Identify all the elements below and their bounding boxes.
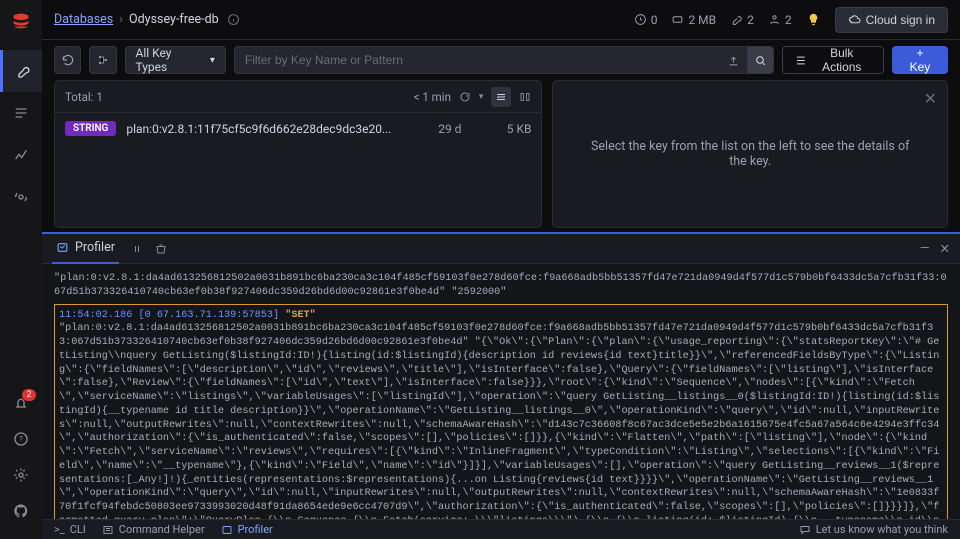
chevron-down-icon[interactable]: ▾	[479, 92, 484, 102]
total-label: Total: 1	[65, 90, 103, 104]
breadcrumb: Databases › Odyssey-free-db	[54, 12, 240, 27]
key-row[interactable]: STRING plan:0:v2.8.1:11f75cf5c9f6d662e28…	[55, 113, 541, 144]
profiler-highlighted-entry: 11:54:02.186 [0 67.163.71.139:57853] "SE…	[54, 304, 948, 519]
profiler-body: "plan:0:v2.8.1:da4ad613256812502a0031b89…	[42, 264, 960, 519]
breadcrumb-current: Odyssey-free-db	[129, 12, 219, 27]
stat-keys: 2	[730, 13, 754, 27]
tree-view-button[interactable]	[89, 46, 116, 74]
header: Databases › Odyssey-free-db 0 2 MB 2 2 C…	[42, 0, 960, 40]
footer-cli[interactable]: >_ CLI	[54, 523, 86, 536]
refresh-icon[interactable]	[459, 91, 471, 103]
pause-icon[interactable]	[131, 243, 143, 255]
keys-panel-header: Total: 1 < 1 min ▾	[55, 81, 541, 113]
upload-icon[interactable]	[721, 54, 747, 67]
nav-analytics-icon[interactable]	[0, 134, 42, 176]
notif-badge: 2	[22, 389, 35, 401]
filter-input-wrap	[234, 46, 774, 74]
columns-icon[interactable]	[519, 91, 531, 103]
filter-bar: All Key Types ▾ Bulk Actions + Key	[42, 40, 960, 80]
nav-github-icon[interactable]	[0, 493, 42, 529]
key-type-select[interactable]: All Key Types ▾	[125, 46, 226, 74]
nav-sidebar: 2 ?	[0, 0, 42, 539]
stat-cpu: 0	[634, 13, 658, 27]
nav-keys-icon[interactable]	[0, 50, 42, 92]
nav-notifications-icon[interactable]: 2	[0, 385, 42, 421]
clear-icon[interactable]	[155, 243, 167, 255]
chevron-down-icon: ▾	[210, 55, 215, 66]
keys-panel: Total: 1 < 1 min ▾ STRING plan:0:v2.8.1:…	[54, 80, 542, 228]
refresh-button[interactable]	[54, 46, 81, 74]
svg-text:?: ?	[19, 435, 23, 444]
key-name: plan:0:v2.8.1:11f75cf5c9f6d662e28dec9dc3…	[126, 122, 391, 136]
profiler-timestamp: 11:54:02.186 [0 67.163.71.139:57853]	[59, 310, 279, 321]
key-ttl: 29 d	[401, 122, 461, 136]
profiler-header: Profiler — ✕	[42, 234, 960, 264]
footer-profiler[interactable]: Profiler	[221, 523, 273, 536]
details-empty-text: Select the key from the list on the left…	[553, 139, 947, 169]
profiler-panel: Profiler — ✕ "plan:0:v2.8.1:da4ad6132568…	[42, 232, 960, 519]
footer-feedback[interactable]: Let us know what you think	[799, 523, 948, 536]
chevron-right-icon: ›	[119, 12, 123, 27]
search-icon[interactable]	[747, 47, 773, 73]
breadcrumb-root-link[interactable]: Databases	[54, 12, 113, 27]
cloud-signin-button[interactable]: Cloud sign in	[835, 7, 948, 33]
add-key-button[interactable]: + Key	[892, 46, 948, 74]
type-badge: STRING	[65, 121, 116, 136]
profiler-tab[interactable]: Profiler	[52, 234, 119, 264]
scan-time: < 1 min	[414, 90, 451, 104]
main-split: Total: 1 < 1 min ▾ STRING plan:0:v2.8.1:…	[42, 80, 960, 228]
close-icon[interactable]: ✕	[940, 241, 950, 257]
logo-icon	[10, 10, 32, 32]
close-icon[interactable]: ✕	[924, 89, 937, 108]
key-size: 5 KB	[471, 122, 531, 136]
bulb-icon[interactable]	[806, 12, 821, 27]
info-icon[interactable]	[227, 13, 240, 26]
profiler-payload: "plan:0:v2.8.1:da4ad613256812502a0031b89…	[59, 322, 943, 519]
nav-settings-icon[interactable]	[0, 457, 42, 493]
details-panel: ✕ Select the key from the list on the le…	[552, 80, 948, 228]
header-stats: 0 2 MB 2 2 Cloud sign in	[634, 7, 948, 33]
terminal-icon: >_	[54, 523, 65, 536]
stat-memory: 2 MB	[671, 13, 716, 27]
footer-command-helper[interactable]: Command Helper	[102, 523, 205, 536]
profiler-line-prev: "plan:0:v2.8.1:da4ad613256812502a0031b89…	[54, 272, 948, 300]
nav-pubsub-icon[interactable]	[0, 176, 42, 218]
minimize-icon[interactable]: —	[920, 241, 930, 257]
list-view-icon[interactable]	[491, 87, 511, 107]
profiler-command: "SET"	[285, 310, 316, 321]
bulk-actions-button[interactable]: Bulk Actions	[782, 46, 884, 74]
stat-clients: 2	[768, 13, 792, 27]
nav-workbench-icon[interactable]	[0, 92, 42, 134]
filter-input[interactable]	[235, 53, 721, 67]
nav-help-icon[interactable]: ?	[0, 421, 42, 457]
footer: >_ CLI Command Helper Profiler Let us kn…	[42, 519, 960, 539]
